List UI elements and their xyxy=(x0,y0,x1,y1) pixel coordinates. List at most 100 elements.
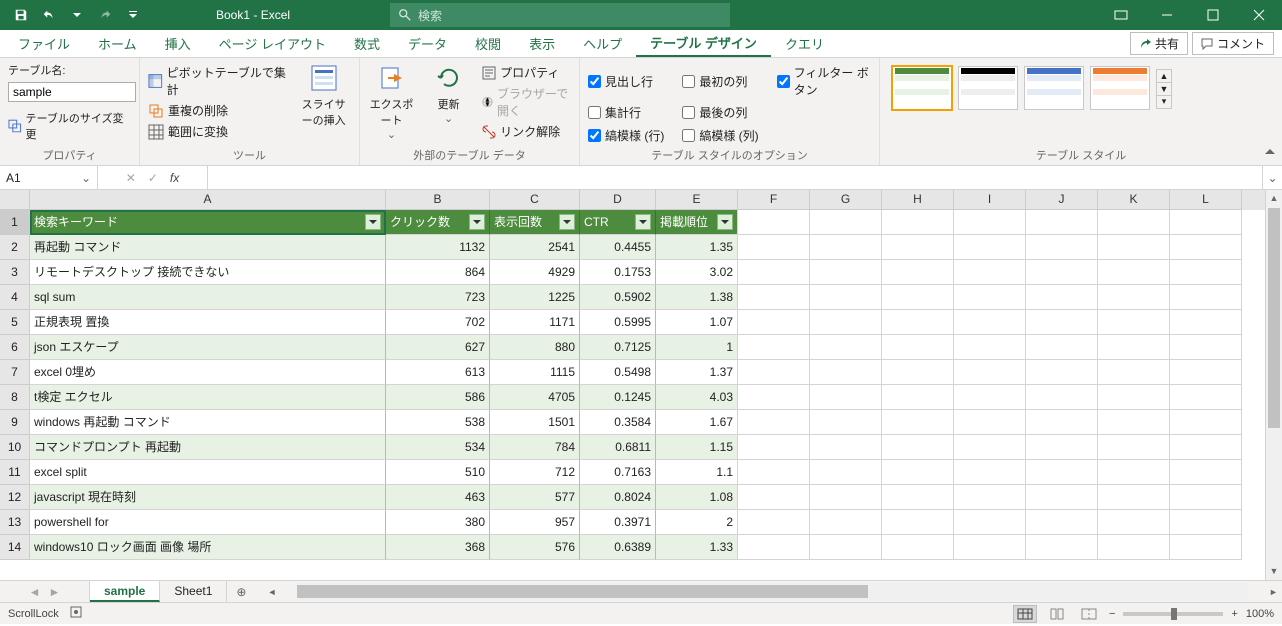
table-header-cell[interactable]: 表示回数 xyxy=(490,210,580,235)
cell[interactable]: 1.67 xyxy=(656,410,738,435)
cell[interactable] xyxy=(1098,460,1170,485)
filter-dropdown-icon[interactable] xyxy=(469,214,485,230)
col-header[interactable]: G xyxy=(810,190,882,210)
cell[interactable] xyxy=(810,385,882,410)
cell[interactable]: excel 0埋め xyxy=(30,360,386,385)
tab-pagelayout[interactable]: ページ レイアウト xyxy=(205,30,340,57)
cell[interactable] xyxy=(738,285,810,310)
cell[interactable]: 再起動 コマンド xyxy=(30,235,386,260)
cell[interactable] xyxy=(954,285,1026,310)
col-header[interactable]: J xyxy=(1026,190,1098,210)
cell[interactable] xyxy=(1098,210,1170,235)
last-col-checkbox[interactable]: 最後の列 xyxy=(682,104,758,121)
cell[interactable] xyxy=(810,360,882,385)
cell[interactable]: 1.33 xyxy=(656,535,738,560)
sheet-tab-sheet1[interactable]: Sheet1 xyxy=(160,581,227,602)
cell[interactable] xyxy=(1026,510,1098,535)
cell[interactable]: 0.3584 xyxy=(580,410,656,435)
share-button[interactable]: 共有 xyxy=(1130,32,1188,55)
cell[interactable] xyxy=(738,260,810,285)
col-header[interactable]: F xyxy=(738,190,810,210)
filter-dropdown-icon[interactable] xyxy=(559,214,575,230)
tab-table-design[interactable]: テーブル デザイン xyxy=(636,30,771,57)
tab-insert[interactable]: 挿入 xyxy=(151,30,205,57)
cell[interactable] xyxy=(1098,510,1170,535)
cell[interactable]: 0.7163 xyxy=(580,460,656,485)
cell[interactable] xyxy=(1026,385,1098,410)
properties-button[interactable]: プロパティ xyxy=(482,64,571,81)
row-header[interactable]: 10 xyxy=(0,435,30,460)
cell[interactable] xyxy=(1170,360,1242,385)
cell[interactable]: sql sum xyxy=(30,285,386,310)
sheet-prev-icon[interactable]: ◄ xyxy=(29,585,41,599)
cell[interactable] xyxy=(738,360,810,385)
cell[interactable]: t検定 エクセル xyxy=(30,385,386,410)
cell[interactable]: windows 再起動 コマンド xyxy=(30,410,386,435)
row-header[interactable]: 13 xyxy=(0,510,30,535)
cell[interactable] xyxy=(882,310,954,335)
cell[interactable] xyxy=(1026,485,1098,510)
tab-formulas[interactable]: 数式 xyxy=(340,30,394,57)
filter-dropdown-icon[interactable] xyxy=(635,214,651,230)
row-header[interactable]: 3 xyxy=(0,260,30,285)
cell[interactable] xyxy=(1098,360,1170,385)
cell[interactable] xyxy=(738,460,810,485)
cell[interactable]: 1.38 xyxy=(656,285,738,310)
zoom-level[interactable]: 100% xyxy=(1246,608,1274,620)
cell[interactable] xyxy=(954,385,1026,410)
cell[interactable] xyxy=(810,435,882,460)
first-col-checkbox[interactable]: 最初の列 xyxy=(682,64,758,98)
cell[interactable]: 380 xyxy=(386,510,490,535)
search-box[interactable]: 検索 xyxy=(390,3,730,27)
formula-input[interactable] xyxy=(208,166,1262,189)
cell[interactable] xyxy=(1026,260,1098,285)
cell[interactable] xyxy=(1170,285,1242,310)
cell[interactable]: 0.1245 xyxy=(580,385,656,410)
enter-formula-icon[interactable]: ✓ xyxy=(148,171,158,185)
tab-help[interactable]: ヘルプ xyxy=(569,30,636,57)
cell[interactable] xyxy=(1026,410,1098,435)
cell[interactable]: 712 xyxy=(490,460,580,485)
horizontal-scrollbar[interactable] xyxy=(297,583,1248,600)
cell[interactable]: 0.1753 xyxy=(580,260,656,285)
cell[interactable]: 1132 xyxy=(386,235,490,260)
cell[interactable]: 1501 xyxy=(490,410,580,435)
cell[interactable]: 1225 xyxy=(490,285,580,310)
cell[interactable] xyxy=(1098,235,1170,260)
cell[interactable]: 1.07 xyxy=(656,310,738,335)
cell[interactable]: 2541 xyxy=(490,235,580,260)
cell[interactable] xyxy=(810,535,882,560)
cell[interactable] xyxy=(954,535,1026,560)
cell[interactable] xyxy=(810,485,882,510)
remove-duplicates-button[interactable]: 重複の削除 xyxy=(148,102,286,119)
view-page-layout-button[interactable] xyxy=(1045,605,1069,623)
name-box[interactable]: A1⌄ xyxy=(0,166,98,189)
cell[interactable] xyxy=(1170,260,1242,285)
comments-button[interactable]: コメント xyxy=(1192,32,1274,55)
cell[interactable] xyxy=(882,235,954,260)
total-row-checkbox[interactable]: 集計行 xyxy=(588,104,664,121)
banded-rows-checkbox[interactable]: 縞模様 (行) xyxy=(588,127,664,144)
cell[interactable]: 534 xyxy=(386,435,490,460)
col-header[interactable]: H xyxy=(882,190,954,210)
cell[interactable]: 723 xyxy=(386,285,490,310)
row-header[interactable]: 2 xyxy=(0,235,30,260)
chevron-down-icon[interactable]: ⌄ xyxy=(81,171,91,185)
table-name-input[interactable] xyxy=(8,82,136,102)
cell[interactable]: 463 xyxy=(386,485,490,510)
fx-icon[interactable]: fx xyxy=(170,171,179,185)
zoom-thumb[interactable] xyxy=(1171,608,1177,620)
table-header-cell[interactable]: CTR xyxy=(580,210,656,235)
style-green[interactable] xyxy=(892,66,952,110)
cell[interactable] xyxy=(954,310,1026,335)
cell[interactable]: 586 xyxy=(386,385,490,410)
cell[interactable] xyxy=(882,510,954,535)
resize-table-button[interactable]: テーブルのサイズ変更 xyxy=(8,110,131,142)
sheet-next-icon[interactable]: ► xyxy=(49,585,61,599)
cell[interactable] xyxy=(738,435,810,460)
zoom-out-button[interactable]: − xyxy=(1109,608,1115,620)
tab-query[interactable]: クエリ xyxy=(771,30,838,57)
macro-record-icon[interactable] xyxy=(69,605,83,622)
hscroll-thumb[interactable] xyxy=(297,585,867,598)
save-button[interactable] xyxy=(8,2,34,28)
